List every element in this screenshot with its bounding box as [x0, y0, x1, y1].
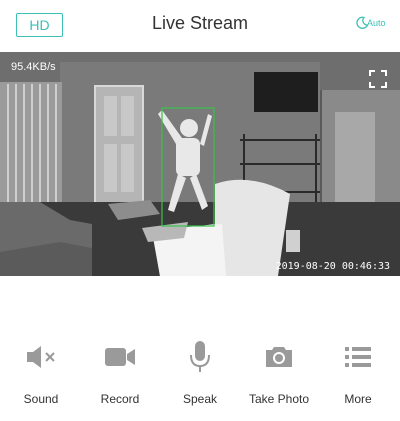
page-title: Live Stream — [151, 13, 249, 33]
menu-list-icon — [345, 347, 371, 367]
control-bar: Sound Record Speak Take Photo More — [0, 340, 400, 410]
live-video-feed[interactable]: 95.4KB/s 2019-08-20 00:46:33 — [0, 52, 400, 276]
more-label: More — [344, 392, 372, 406]
fullscreen-button[interactable] — [369, 70, 387, 88]
record-button[interactable]: Record — [80, 340, 160, 406]
take-photo-button[interactable]: Take Photo — [239, 340, 319, 406]
record-label: Record — [100, 392, 140, 406]
camera-icon — [266, 347, 292, 367]
header-bar: HD Live Stream Auto — [0, 0, 400, 50]
bitrate-readout: 95.4KB/s — [11, 61, 56, 73]
speaker-muted-icon — [27, 346, 55, 368]
night-mode-label: Auto — [367, 18, 386, 28]
sound-button[interactable]: Sound — [1, 340, 81, 406]
sound-label: Sound — [23, 392, 59, 406]
more-button[interactable]: More — [318, 340, 398, 406]
speak-label: Speak — [182, 392, 218, 406]
fullscreen-icon — [369, 70, 387, 88]
camera-scene — [0, 52, 400, 276]
speak-button[interactable]: Speak — [160, 340, 240, 406]
video-timestamp: 2019-08-20 00:46:33 — [275, 261, 390, 272]
night-mode-button[interactable]: Auto — [355, 14, 391, 36]
video-camera-icon — [105, 348, 135, 366]
microphone-icon — [190, 341, 210, 372]
take-photo-label: Take Photo — [248, 392, 310, 406]
